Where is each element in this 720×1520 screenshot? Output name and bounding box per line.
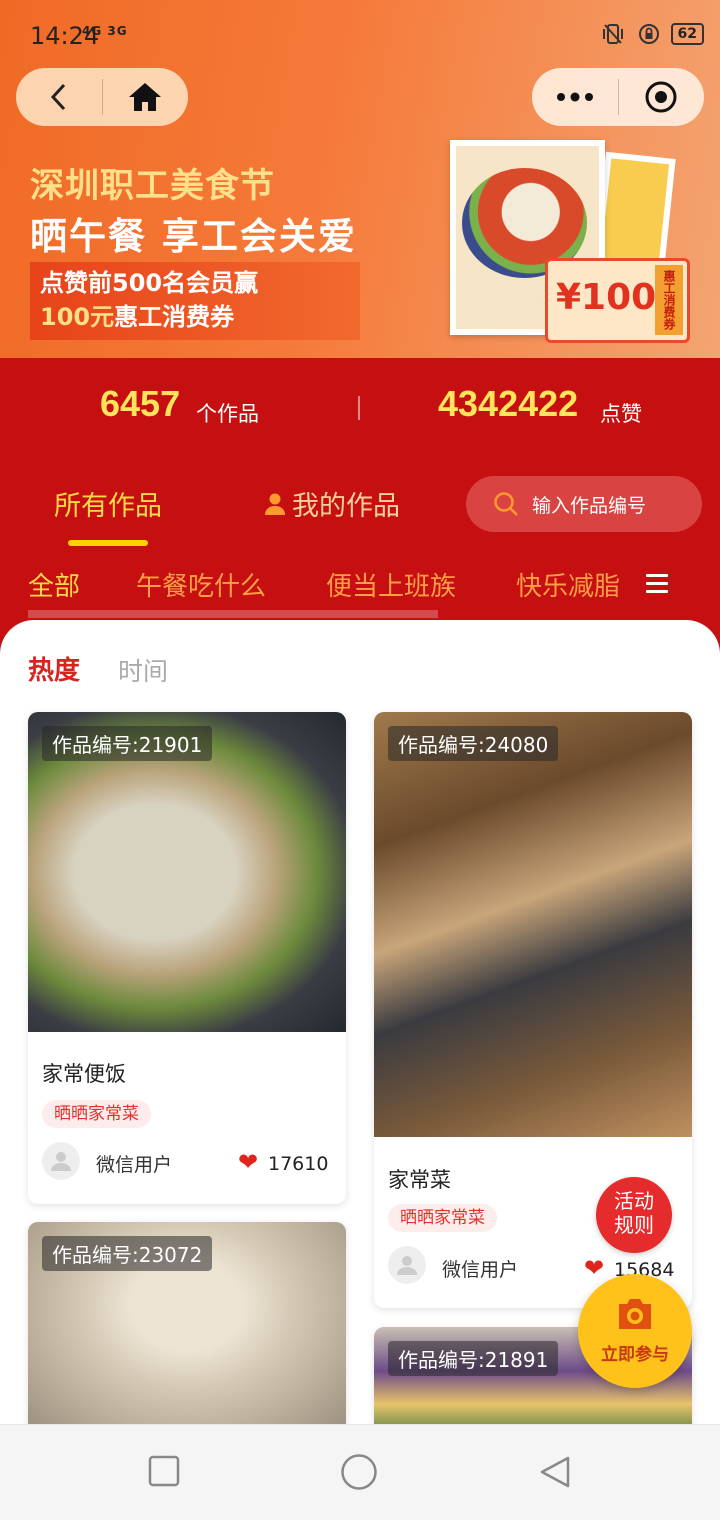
category-bento[interactable]: 便当上班族	[326, 566, 456, 603]
festival-title: 深圳职工美食节	[30, 166, 275, 206]
close-miniprogram-button[interactable]	[619, 68, 705, 126]
work-id-label: 作品编号:21901	[42, 726, 213, 761]
tab-all-works[interactable]: 所有作品	[54, 484, 162, 523]
system-nav-bar	[0, 1424, 720, 1520]
stats-bar: 6457 个作品 4342422 点赞	[0, 358, 720, 458]
work-id-label: 作品编号:21891	[388, 1341, 559, 1376]
works-unit: 个作品	[196, 402, 259, 426]
work-id-label: 作品编号:24080	[388, 726, 559, 761]
nav-capsule	[16, 68, 188, 126]
heart-icon[interactable]: ❤	[584, 1254, 604, 1282]
work-card[interactable]: 作品编号:23072	[28, 1222, 346, 1432]
user-icon	[265, 493, 285, 515]
category-all[interactable]: 全部	[28, 566, 80, 603]
back-arrow-icon	[50, 83, 65, 111]
network-indicator: 4G 3G	[82, 24, 128, 38]
coupon-amount: ¥100	[556, 277, 657, 318]
camera-icon	[619, 1299, 651, 1329]
coupon-tag: 惠工消费券	[655, 265, 683, 335]
works-count: 6457	[100, 383, 181, 424]
home-icon	[129, 83, 162, 111]
sort-by-time[interactable]: 时间	[118, 652, 168, 688]
promo-amount: 100元	[40, 303, 115, 331]
category-tabs: 全部 午餐吃什么 便当上班族 快乐减脂	[0, 558, 720, 618]
banner-slogan: 晒午餐 享工会关爱	[30, 215, 357, 258]
vibrate-icon	[599, 22, 627, 46]
avatar	[388, 1246, 426, 1284]
banner: 14:24 4G 3G 62 深圳职工美食节 晒午餐 享工会关爱 点赞前500名…	[0, 0, 720, 358]
tab-active-indicator	[68, 540, 148, 546]
miniprogram-capsule	[532, 68, 704, 126]
avatar-placeholder-icon	[51, 1152, 71, 1171]
rotation-lock-icon	[635, 22, 663, 46]
work-like-count: 17610	[268, 1153, 329, 1175]
home-button[interactable]	[103, 68, 189, 126]
work-card[interactable]: 作品编号:21901 家常便饭 晒晒家常菜 微信用户 ❤ 17610	[28, 712, 346, 1204]
join-now-button[interactable]: 立即参与	[578, 1274, 692, 1388]
tab-my-works[interactable]: 我的作品	[264, 484, 400, 523]
rules-line2: 规则	[614, 1213, 654, 1237]
battery-indicator: 62	[670, 23, 704, 45]
promo-box: 点赞前500名会员赢 100元惠工消费券	[30, 262, 360, 340]
avatar	[42, 1142, 80, 1180]
heart-icon[interactable]: ❤	[238, 1148, 258, 1176]
home-circle-icon[interactable]	[340, 1453, 378, 1491]
join-now-label: 立即参与	[601, 1345, 669, 1365]
work-author: 微信用户	[442, 1259, 519, 1281]
target-icon	[645, 81, 677, 113]
avatar-placeholder-icon	[397, 1256, 417, 1275]
search-icon	[494, 492, 518, 516]
likes-count: 4342422	[438, 383, 579, 424]
work-title: 家常便饭	[42, 1062, 126, 1086]
back-button[interactable]	[16, 68, 102, 126]
category-fat-loss[interactable]: 快乐减脂	[516, 566, 620, 603]
activity-rules-button[interactable]: 活动 规则	[596, 1177, 672, 1253]
stats-divider	[358, 396, 360, 420]
category-scroll-indicator	[28, 610, 438, 618]
main-tabs: 所有作品 我的作品 输入作品编号	[0, 470, 720, 550]
coupon-illustration: ¥100 惠工消费券	[545, 258, 690, 343]
recent-apps-icon[interactable]	[148, 1455, 180, 1487]
more-dots-icon	[556, 92, 593, 102]
sort-by-popularity[interactable]: 热度	[28, 650, 80, 687]
category-menu-icon[interactable]	[646, 574, 668, 594]
category-lunch[interactable]: 午餐吃什么	[136, 566, 266, 603]
work-category-tag: 晒晒家常菜	[388, 1204, 497, 1232]
work-title: 家常菜	[388, 1168, 451, 1192]
status-bar: 14:24 4G 3G 62	[0, 0, 720, 64]
more-button[interactable]	[532, 68, 618, 126]
back-triangle-icon[interactable]	[538, 1455, 572, 1489]
search-input[interactable]: 输入作品编号	[466, 476, 702, 532]
tab-my-works-label: 我的作品	[292, 491, 400, 522]
search-placeholder: 输入作品编号	[532, 494, 647, 517]
work-author: 微信用户	[96, 1154, 173, 1176]
work-id-label: 作品编号:23072	[42, 1236, 213, 1271]
work-category-tag: 晒晒家常菜	[42, 1100, 151, 1128]
rules-line1: 活动	[614, 1189, 654, 1213]
work-photo-feast	[374, 712, 692, 1137]
promo-line1: 点赞前500名会员赢	[40, 269, 259, 297]
promo-line2: 惠工消费券	[114, 303, 235, 331]
likes-unit: 点赞	[600, 402, 642, 426]
